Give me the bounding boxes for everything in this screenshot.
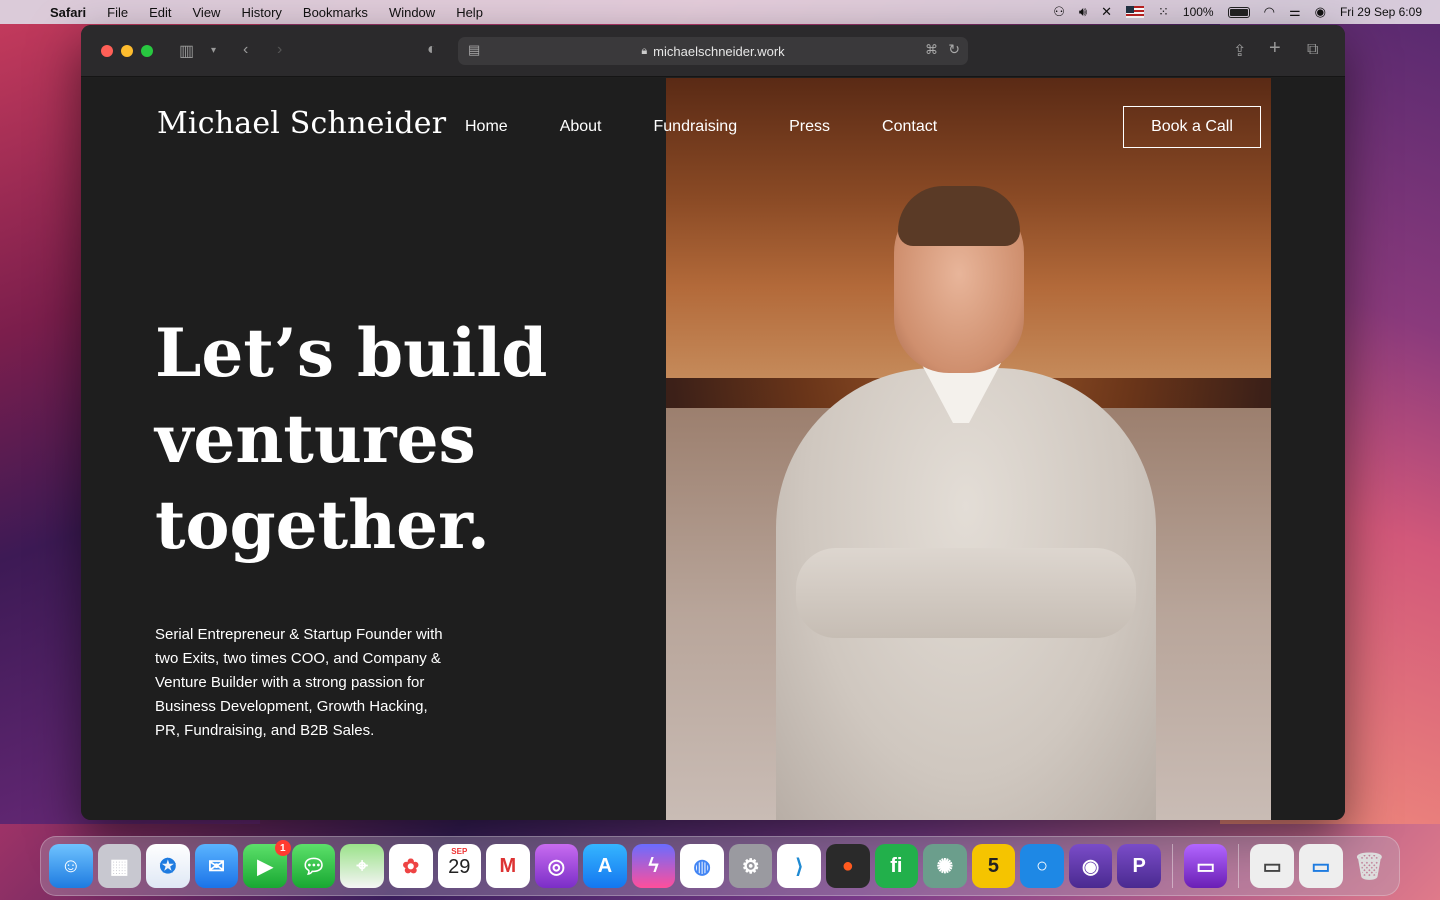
recent-window-signal-icon[interactable]: ▭ [1299, 844, 1343, 888]
minimize-window-button[interactable] [121, 44, 133, 57]
menubar-clock[interactable]: Fri 29 Sep 6:09 [1340, 5, 1422, 19]
menubar: Safari File Edit View History Bookmarks … [0, 0, 1440, 24]
nav-fundraising[interactable]: Fundraising [654, 118, 738, 136]
dock: ☺ ▦ ✪ ✉ ▶ 1 💬︎ ⌖ ✿ SEP 29 M ◎ A ϟ ◍ ⚙ ⟩ … [40, 836, 1400, 896]
gmail-icon[interactable]: M [486, 844, 530, 888]
menu-bookmarks[interactable]: Bookmarks [303, 5, 368, 20]
menu-window[interactable]: Window [389, 5, 435, 20]
menu-help[interactable]: Help [456, 5, 483, 20]
tab-overview-icon[interactable]: ⧉ [1307, 41, 1318, 59]
calendar-day: 29 [448, 856, 471, 878]
maps-icon[interactable]: ⌖ [340, 844, 384, 888]
facetime-icon[interactable]: ▶ 1 [243, 840, 291, 888]
privacy-shield-icon[interactable]: ◐ [427, 41, 437, 59]
safari-icon[interactable]: ✪ [146, 844, 190, 888]
person-hair [898, 186, 1020, 246]
calendar-icon[interactable]: SEP 29 [437, 844, 482, 888]
forward-icon[interactable]: › [277, 41, 282, 59]
zoom-window-button[interactable] [141, 44, 153, 57]
hero-headline: Let’s build ventures together. [155, 314, 548, 564]
battery-percent: 100% [1182, 5, 1214, 19]
user-icon[interactable]: ⚇ [1053, 4, 1065, 20]
dock-separator-2 [1238, 844, 1240, 888]
url-text[interactable]: michaelschneider.work [653, 44, 785, 59]
recorder-icon[interactable]: ● [826, 844, 870, 888]
disk-utility-icon[interactable]: ▭ [1183, 844, 1228, 888]
safari-window: ▥ ▾ ‹ › ◐ ▤ 🔒︎ michaelschneider.work ⌘ ↻… [81, 25, 1345, 820]
nav-home[interactable]: Home [465, 118, 508, 136]
site-brand[interactable]: Michael Schneider [157, 106, 446, 141]
messenger-icon[interactable]: ϟ [631, 844, 676, 888]
pocket-casts-icon[interactable]: P [1117, 844, 1161, 888]
menu-view[interactable]: View [193, 5, 221, 20]
share-icon[interactable]: ⇪ [1233, 41, 1246, 61]
new-tab-icon[interactable]: + [1269, 37, 1281, 60]
activity-icon[interactable]: ⁙ [1158, 4, 1169, 20]
proton-icon[interactable]: ◉ [1068, 844, 1113, 888]
volume-icon[interactable]: 🔊︎ [1079, 4, 1087, 20]
signal-icon[interactable]: ○ [1020, 844, 1064, 888]
nav-about[interactable]: About [560, 118, 602, 136]
lock-icon: 🔒︎ [641, 44, 648, 57]
facetime-badge: 1 [274, 840, 291, 856]
sidebar-toggle-icon[interactable]: ▥ [179, 41, 194, 61]
app-store-icon[interactable]: A [583, 844, 627, 888]
menu-file[interactable]: File [107, 5, 128, 20]
input-source-flag-icon[interactable] [1125, 6, 1144, 18]
reload-icon[interactable]: ↻ [948, 41, 960, 58]
finder-icon[interactable]: ☺ [49, 844, 93, 888]
hero-bio: Serial Entrepreneur & Startup Founder wi… [155, 626, 443, 739]
chrome-icon[interactable]: ◍ [680, 844, 724, 888]
calendar-month: SEP [451, 847, 468, 856]
browser-toolbar: ▥ ▾ ‹ › ◐ ▤ 🔒︎ michaelschneider.work ⌘ ↻… [81, 25, 1345, 77]
menu-history[interactable]: History [241, 5, 281, 20]
wifi-icon[interactable]: ◠ [1264, 4, 1275, 20]
web-page: Michael Schneider Home About Fundraising… [81, 78, 1345, 820]
bluetooth-off-icon[interactable]: ✕ [1101, 4, 1112, 20]
messages-icon[interactable]: 💬︎ [291, 844, 336, 888]
siri-icon[interactable]: ◉ [1315, 4, 1326, 20]
system-settings-icon[interactable]: ⚙ [728, 844, 773, 888]
trash-icon[interactable]: 🗑︎ [1348, 844, 1392, 888]
dock-separator [1171, 844, 1173, 888]
menu-app-name[interactable]: Safari [50, 5, 86, 20]
address-bar[interactable]: ▤ 🔒︎ michaelschneider.work ⌘ ↻ [458, 37, 968, 65]
translate-icon[interactable]: ⌘ [925, 42, 938, 58]
person-crossed-arms [796, 548, 1136, 638]
reader-icon[interactable]: ▤ [468, 42, 480, 58]
vscode-icon[interactable]: ⟩ [777, 844, 821, 888]
back-icon[interactable]: ‹ [243, 41, 248, 59]
close-window-button[interactable] [101, 44, 113, 57]
nav-press[interactable]: Press [789, 118, 830, 136]
five-app-icon[interactable]: 5 [971, 844, 1016, 888]
mail-icon[interactable]: ✉ [194, 844, 239, 888]
photos-icon[interactable]: ✿ [388, 844, 433, 888]
book-call-button[interactable]: Book a Call [1123, 106, 1261, 148]
battery-icon[interactable] [1227, 6, 1250, 18]
window-controls [101, 44, 153, 57]
nav-contact[interactable]: Contact [882, 118, 937, 136]
launchpad-icon[interactable]: ▦ [97, 844, 142, 888]
chevron-down-icon[interactable]: ▾ [211, 45, 216, 56]
fiverr-icon[interactable]: fi [874, 844, 919, 888]
hero-photo [666, 78, 1271, 820]
recent-window-chrome-icon[interactable]: ▭ [1250, 844, 1295, 888]
menu-edit[interactable]: Edit [149, 5, 171, 20]
control-center-icon[interactable]: ⚌ [1289, 4, 1301, 20]
podcasts-icon[interactable]: ◎ [534, 844, 579, 888]
chatgpt-icon[interactable]: ✺ [923, 844, 967, 888]
site-nav: Home About Fundraising Press Contact [465, 118, 989, 136]
